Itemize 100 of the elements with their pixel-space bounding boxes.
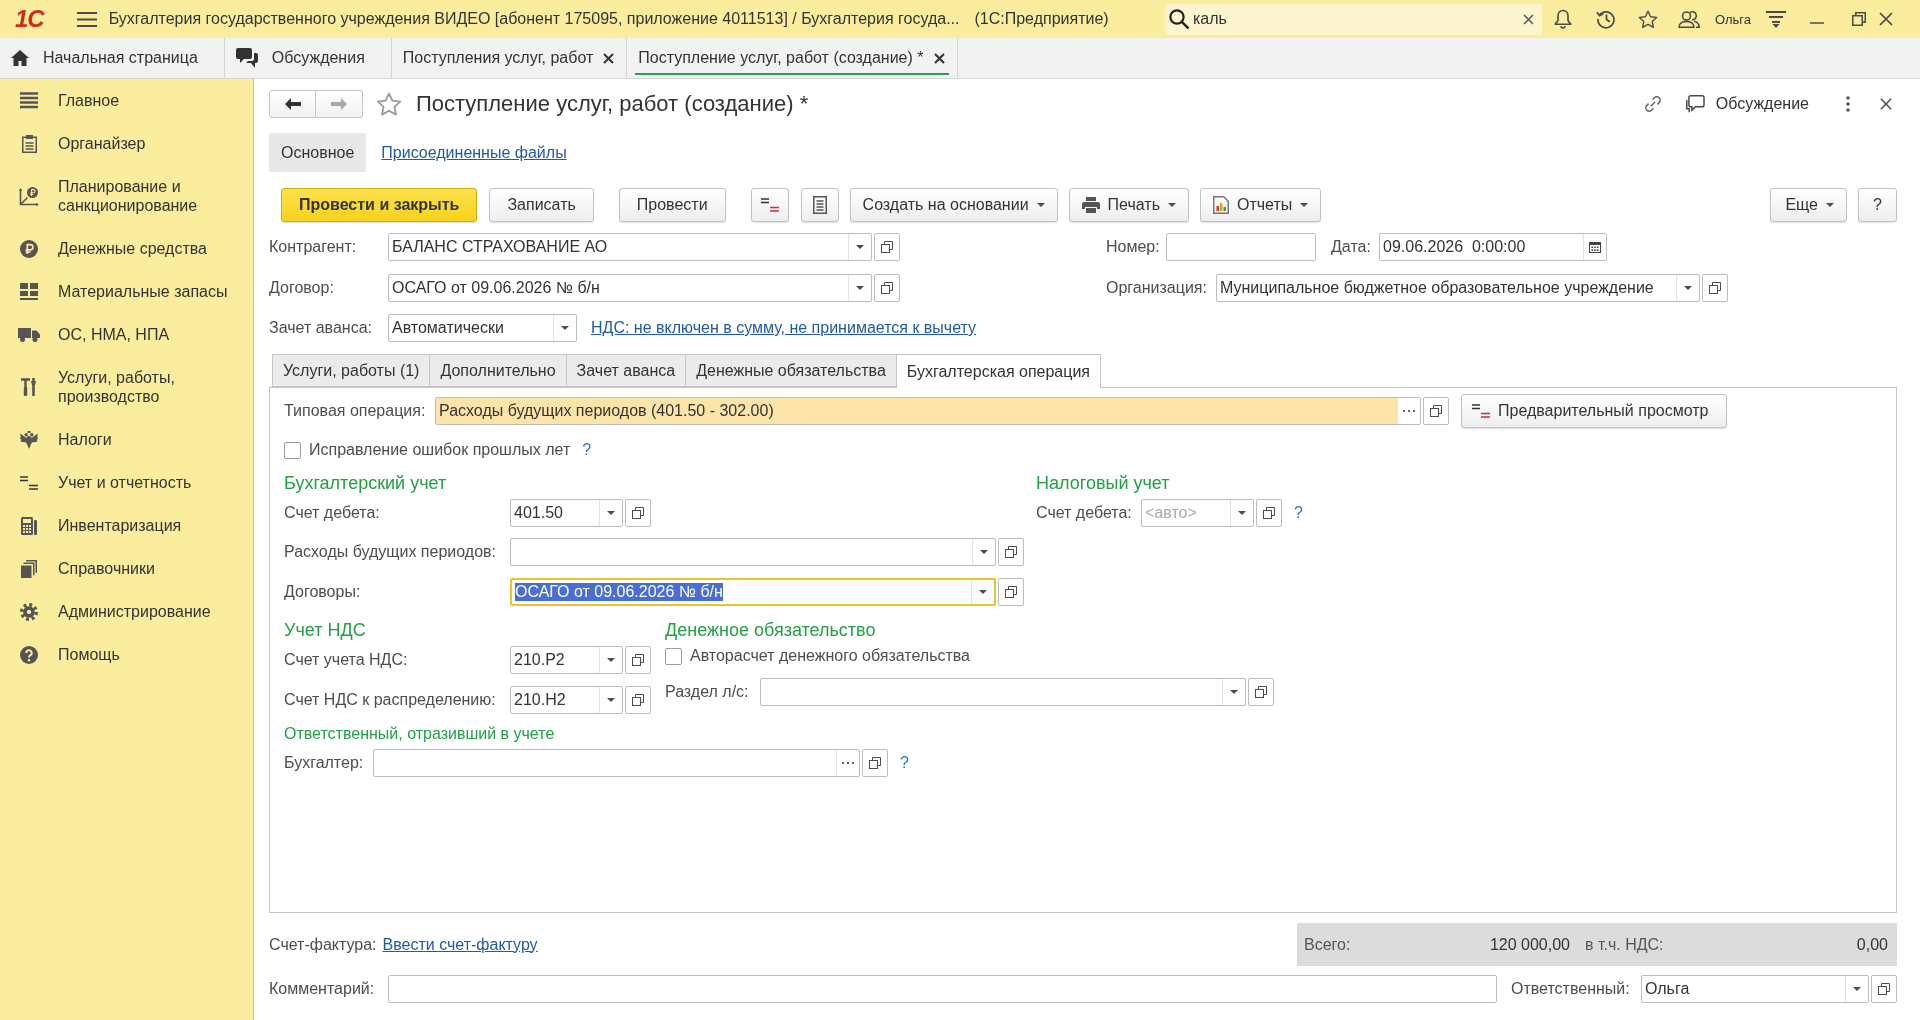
open-button[interactable] xyxy=(625,499,651,527)
date-field[interactable]: 09.06.2026 0:00:00 xyxy=(1379,233,1607,261)
history-icon[interactable] xyxy=(1596,9,1616,29)
preview-button[interactable]: Предварительный просмотр xyxy=(1461,394,1728,428)
menu-button[interactable]: Еще xyxy=(1770,188,1847,222)
open-button[interactable] xyxy=(1871,975,1897,1003)
caret-icon[interactable] xyxy=(561,326,569,330)
search-field[interactable]: каль xyxy=(1165,3,1542,35)
dropdown-field[interactable]: 210.Н2 xyxy=(510,686,623,714)
sidebar-item[interactable]: Помощь xyxy=(0,633,253,676)
tab[interactable]: Услуги, работы (1) xyxy=(272,354,430,387)
section-tab[interactable]: Присоединенные файлы xyxy=(381,133,567,172)
open-button[interactable] xyxy=(998,578,1024,606)
close-icon[interactable] xyxy=(1879,12,1893,26)
open-button[interactable] xyxy=(998,538,1024,566)
open-button[interactable] xyxy=(625,646,651,674)
sidebar-item[interactable]: Налоги xyxy=(0,418,253,461)
back-button[interactable] xyxy=(269,90,316,118)
sidebar-item[interactable]: ОС, НМА, НПА xyxy=(0,313,253,356)
caret-icon[interactable] xyxy=(1826,203,1834,207)
invoice-link[interactable]: Ввести счет-фактуру xyxy=(382,935,538,954)
document-list-button[interactable] xyxy=(800,188,839,222)
select-field[interactable] xyxy=(373,749,860,777)
bell-icon[interactable] xyxy=(1554,9,1572,29)
caret-icon[interactable] xyxy=(1168,203,1176,207)
open-button[interactable] xyxy=(1423,397,1449,425)
sidebar-item[interactable]: Материальные запасы xyxy=(0,270,253,313)
star-icon[interactable] xyxy=(1638,9,1658,29)
dropdown-field[interactable] xyxy=(510,538,996,566)
open-button[interactable] xyxy=(625,686,651,714)
caret-icon[interactable] xyxy=(980,550,988,554)
open-button[interactable] xyxy=(862,749,888,777)
caret-icon[interactable] xyxy=(1300,203,1309,207)
menu-button[interactable]: Отчеты xyxy=(1200,188,1322,222)
caret-icon[interactable] xyxy=(856,245,864,249)
ledger-button[interactable] xyxy=(750,188,789,222)
favorite-star-icon[interactable] xyxy=(376,91,402,117)
checkbox[interactable] xyxy=(284,441,301,459)
sidebar-item[interactable]: Денежные средства xyxy=(0,227,253,270)
caret-icon[interactable] xyxy=(607,511,615,515)
dropdown-field[interactable]: 210.Р2 xyxy=(510,646,623,674)
dropdown-field[interactable]: 401.50 xyxy=(510,499,623,527)
help-link[interactable]: ? xyxy=(900,754,909,772)
sidebar-item[interactable]: Инвентаризация xyxy=(0,504,253,547)
caret-icon[interactable] xyxy=(1684,286,1692,290)
calendar-icon[interactable] xyxy=(1589,241,1601,253)
tab[interactable]: Поступление услуг, работ (создание) * xyxy=(627,38,958,78)
user-name[interactable]: Ольга xyxy=(1715,11,1751,27)
lines-caret-icon[interactable] xyxy=(1766,10,1786,28)
menu-icon[interactable] xyxy=(76,11,97,27)
caret-icon[interactable] xyxy=(1853,987,1861,991)
toolbar-button[interactable]: Записать xyxy=(489,188,594,222)
sidebar-item[interactable]: Планирование и санкционирование xyxy=(0,165,253,227)
open-button[interactable] xyxy=(874,274,900,302)
close-icon[interactable] xyxy=(1523,13,1534,25)
caret-icon[interactable] xyxy=(607,658,615,662)
sidebar-item[interactable]: Главное xyxy=(0,79,253,122)
dropdown-field[interactable]: БАЛАНС СТРАХОВАНИЕ АО xyxy=(388,233,872,261)
menu-button[interactable]: Создать на основании xyxy=(849,188,1058,222)
more-icon[interactable] xyxy=(1846,96,1850,112)
dropdown-field[interactable]: Ольга xyxy=(1641,975,1869,1003)
help-link[interactable]: ? xyxy=(1294,504,1303,522)
link-icon[interactable] xyxy=(1643,95,1662,113)
sidebar-item[interactable]: Учет и отчетность xyxy=(0,461,253,504)
checkbox[interactable] xyxy=(665,647,682,665)
tab[interactable]: Начальная страница xyxy=(0,38,225,78)
open-button[interactable] xyxy=(1702,274,1728,302)
select-field[interactable]: Расходы будущих периодов (401.50 - 302.00) xyxy=(435,397,1421,425)
primary-button[interactable]: Провести и закрыть xyxy=(281,188,478,222)
help-link[interactable]: ? xyxy=(582,441,592,459)
open-button[interactable] xyxy=(874,233,900,261)
sidebar-item[interactable]: Администрирование xyxy=(0,590,253,633)
users-icon[interactable] xyxy=(1678,10,1700,28)
tab[interactable]: Дополнительно xyxy=(429,354,566,387)
toolbar-button[interactable]: Провести xyxy=(618,188,726,222)
close-icon[interactable] xyxy=(603,52,615,64)
dropdown-field[interactable] xyxy=(760,678,1246,706)
tab[interactable]: Обсуждения xyxy=(224,38,392,78)
tab[interactable]: Бухгалтерская операция xyxy=(895,354,1101,388)
sidebar-item[interactable]: Органайзер xyxy=(0,122,253,165)
section-tab[interactable]: Основное xyxy=(269,133,367,172)
caret-icon[interactable] xyxy=(856,286,864,290)
tab[interactable]: Поступления услуг, работ xyxy=(391,38,628,78)
tab[interactable]: Зачет аванса xyxy=(565,354,686,387)
close-icon[interactable] xyxy=(933,52,945,64)
text-field[interactable] xyxy=(1166,233,1316,261)
caret-icon[interactable] xyxy=(1036,203,1045,207)
vat-link[interactable]: НДС: не включен в сумму, не принимается к вычету xyxy=(591,319,977,337)
dropdown-field[interactable]: ОСАГО от 09.06.2026 № б/н xyxy=(510,578,996,606)
discussion-button[interactable]: Обсуждение xyxy=(1685,95,1809,113)
text-field[interactable] xyxy=(388,975,1497,1003)
caret-icon[interactable] xyxy=(979,590,987,594)
dropdown-field[interactable]: Муниципальное бюджетное образовательное учреждение xyxy=(1216,274,1700,302)
close-icon[interactable] xyxy=(1880,98,1892,110)
dropdown-field[interactable]: Автоматически xyxy=(388,314,577,342)
restore-icon[interactable] xyxy=(1852,12,1866,26)
caret-icon[interactable] xyxy=(1238,511,1246,515)
open-button[interactable] xyxy=(1256,499,1282,527)
open-button[interactable] xyxy=(1248,678,1274,706)
sidebar-item[interactable]: Справочники xyxy=(0,547,253,590)
